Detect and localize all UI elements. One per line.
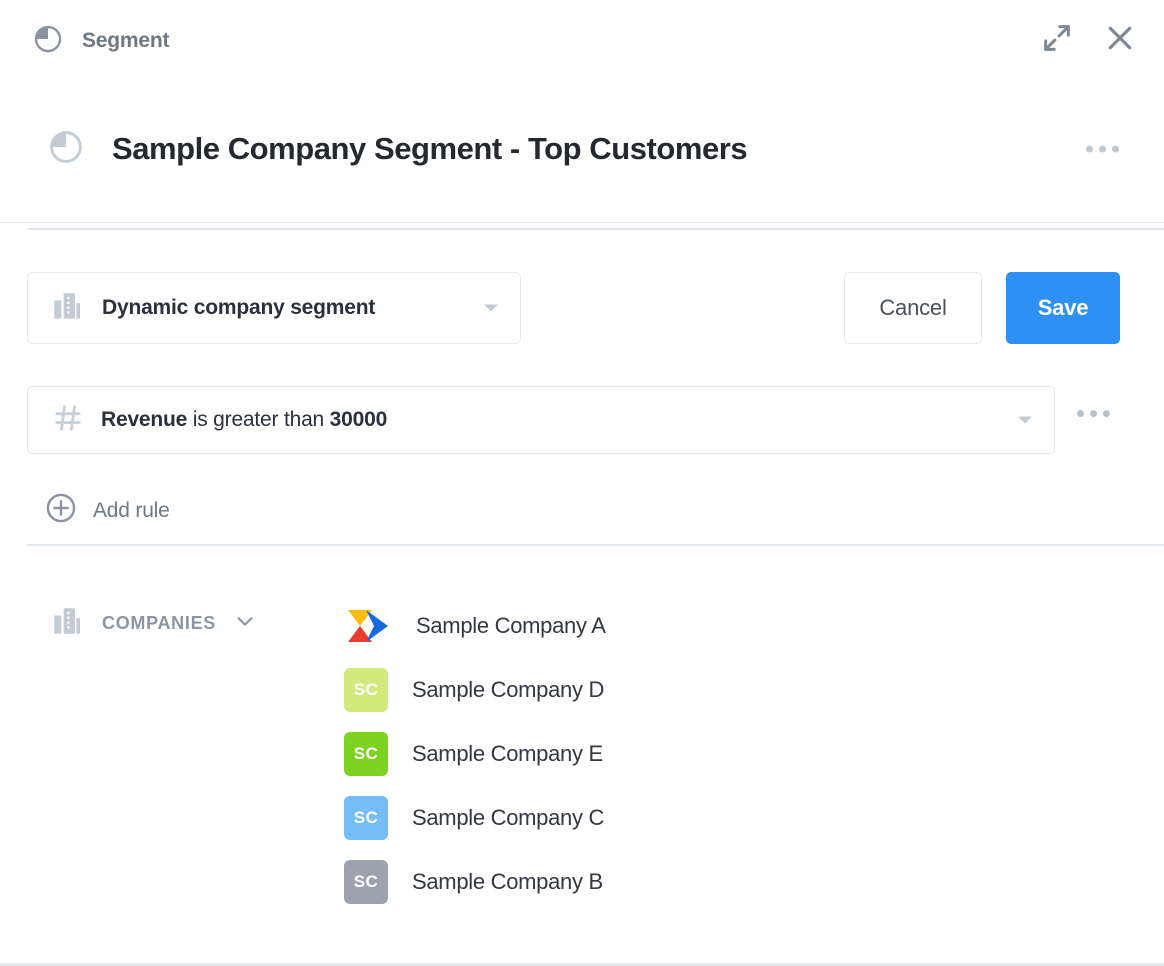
expand-diagonal-icon[interactable]	[1040, 21, 1074, 55]
dot	[1090, 410, 1097, 417]
page-title: Sample Company Segment - Top Customers	[112, 131, 748, 166]
caret-down-icon	[484, 304, 498, 312]
company-name: Sample Company D	[412, 677, 605, 702]
plus-circle-icon	[45, 492, 77, 529]
hash-icon	[52, 402, 84, 439]
dot	[1077, 410, 1084, 417]
topbar-title: Segment	[82, 29, 170, 52]
segment-toolbar: Dynamic company segment Cancel Save	[0, 272, 1164, 344]
segment-type-select[interactable]: Dynamic company segment	[27, 272, 521, 344]
divider-companies	[27, 544, 1164, 546]
add-rule-label: Add rule	[93, 498, 170, 522]
save-button[interactable]: Save	[1006, 272, 1120, 344]
rule-value: 30000	[329, 408, 388, 431]
company-name: Sample Company A	[416, 613, 606, 638]
companies-label: COMPANIES	[102, 613, 216, 633]
dot	[1086, 145, 1093, 153]
office-building-icon	[50, 604, 84, 643]
dot	[1099, 145, 1106, 153]
rule-row[interactable]: Revenue is greater than 30000	[27, 386, 1055, 454]
segment-panel: Segment Sample Company Segment - Top Cus…	[0, 0, 1164, 966]
rule-operator: is greater than	[192, 408, 325, 431]
pie-chart-icon	[48, 129, 84, 170]
company-name: Sample Company C	[412, 805, 605, 830]
avatar: SC	[344, 732, 388, 776]
rule-expression: Revenue is greater than 30000	[101, 408, 387, 432]
cancel-button[interactable]: Cancel	[844, 272, 982, 344]
company-name: Sample Company E	[412, 741, 603, 766]
companies-list: Sample Company A SC Sample Company D SC …	[344, 594, 606, 914]
companies-header[interactable]: COMPANIES	[50, 604, 256, 643]
avatar: SC	[344, 796, 388, 840]
caret-down-icon	[1018, 416, 1032, 424]
list-item[interactable]: SC Sample Company E	[344, 722, 606, 786]
topbar-brand: Segment	[33, 24, 169, 59]
list-item[interactable]: SC Sample Company D	[344, 658, 606, 722]
add-rule-button[interactable]: Add rule	[45, 492, 170, 529]
panel-topbar: Segment	[0, 0, 1164, 82]
list-item[interactable]: Sample Company A	[344, 594, 606, 658]
segment-title-row: Sample Company Segment - Top Customers	[0, 104, 1164, 194]
avatar: SC	[344, 860, 388, 904]
company-name: Sample Company B	[412, 869, 603, 894]
dot	[1103, 410, 1110, 417]
pie-chart-icon	[33, 24, 63, 59]
divider-top	[0, 222, 1164, 223]
more-horizontal-icon[interactable]	[1086, 145, 1119, 153]
chevron-down-icon	[234, 610, 256, 637]
avatar: SC	[344, 668, 388, 712]
segment-type-label: Dynamic company segment	[102, 296, 376, 319]
rule-more-horizontal-icon[interactable]	[1077, 410, 1110, 417]
rule-field: Revenue	[101, 408, 188, 431]
topbar-actions	[1040, 20, 1138, 56]
office-building-icon	[50, 289, 84, 328]
list-item[interactable]: SC Sample Company C	[344, 786, 606, 850]
divider-top-inset	[27, 228, 1164, 230]
dot	[1112, 145, 1119, 153]
company-logo-icon	[344, 606, 392, 646]
list-item[interactable]: SC Sample Company B	[344, 850, 606, 914]
close-icon[interactable]	[1102, 20, 1138, 56]
